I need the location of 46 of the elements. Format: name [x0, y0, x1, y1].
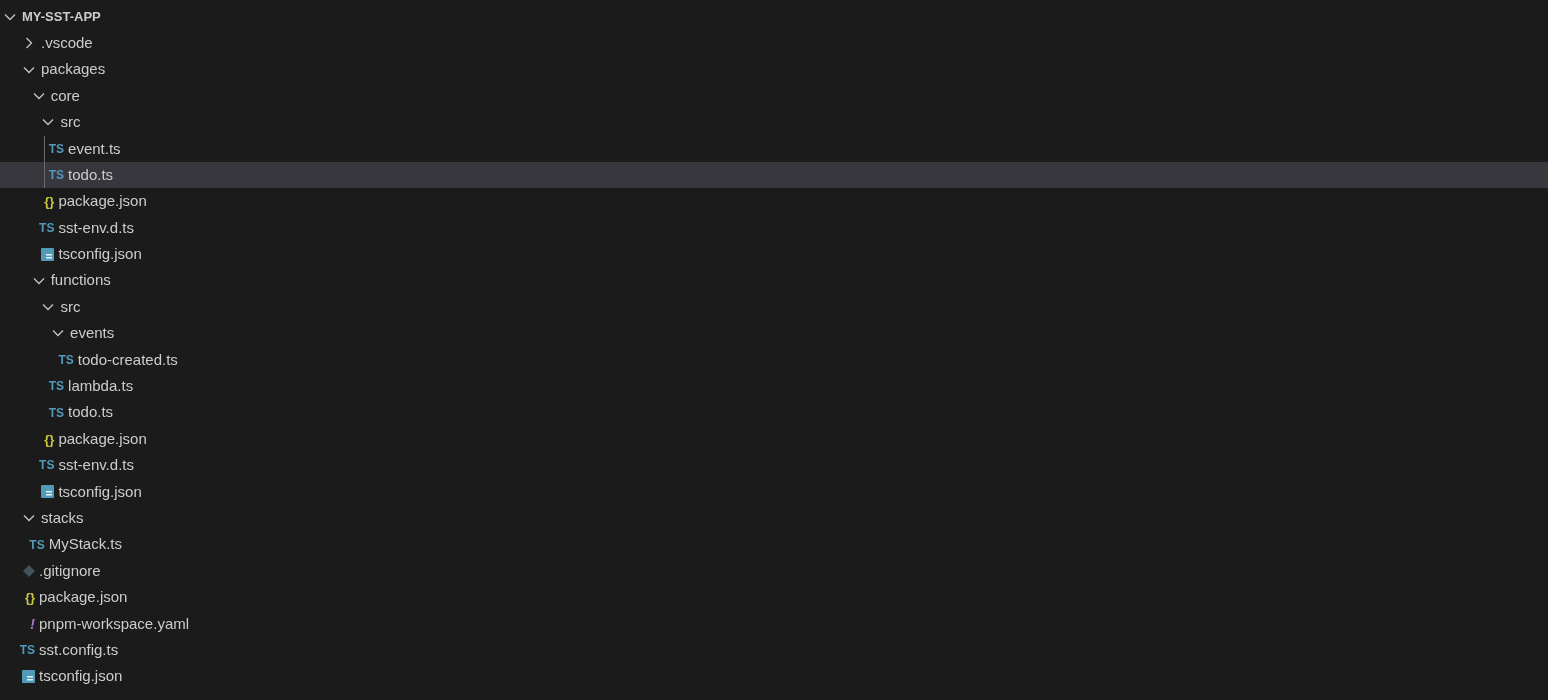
folder-name[interactable]: stacks [41, 506, 84, 530]
selected-row[interactable]: TS todo.ts [0, 161, 1548, 189]
ts-icon: TS [48, 169, 65, 182]
folder-name[interactable]: src [60, 111, 81, 134]
file-name[interactable]: tsconfig.json [58, 243, 142, 266]
file-name[interactable]: todo.ts [68, 163, 114, 187]
file-name[interactable]: sst.config.ts [39, 638, 119, 662]
file-name[interactable]: pnpm-workspace.yaml [39, 612, 190, 636]
ts-icon: TS [48, 380, 65, 393]
ts-icon: TS [48, 406, 65, 419]
ts-icon: TS [29, 538, 45, 551]
folder-name[interactable]: events [70, 322, 115, 345]
config-file-icon [22, 670, 35, 684]
file-name[interactable]: package.json [58, 427, 147, 451]
file-name[interactable]: tsconfig.json [58, 480, 142, 504]
file-name[interactable]: todo-created.ts [77, 348, 178, 372]
file-name[interactable]: lambda.ts [68, 375, 134, 398]
ts-icon: TS [39, 459, 55, 472]
braces-icon: {} [24, 590, 35, 604]
file-name[interactable]: MyStack.ts [48, 533, 123, 556]
config-file-icon [41, 247, 55, 261]
file-name[interactable]: package.json [58, 190, 147, 213]
folder-name[interactable]: functions [50, 269, 111, 292]
folder-name[interactable]: core [50, 84, 80, 108]
root-folder-title[interactable]: MY-SST-APP [22, 7, 101, 27]
file-name[interactable]: package.json [39, 586, 128, 609]
ts-icon: TS [48, 142, 65, 155]
braces-icon: {} [44, 432, 55, 446]
folder-name[interactable]: packages [41, 58, 106, 81]
file-name[interactable]: sst-env.d.ts [58, 454, 134, 477]
file-name[interactable]: event.ts [68, 137, 121, 160]
file-name[interactable]: todo.ts [68, 401, 114, 424]
file-name[interactable]: .gitignore [39, 559, 101, 583]
chevron-right-icon[interactable] [23, 37, 35, 50]
braces-icon: {} [44, 195, 55, 209]
file-name[interactable]: sst-env.d.ts [58, 216, 134, 240]
ts-icon: TS [19, 644, 35, 657]
folder-name[interactable]: .vscode [41, 31, 93, 55]
diamond-icon [23, 565, 35, 577]
ts-icon: TS [58, 353, 74, 366]
file-name[interactable]: tsconfig.json [39, 665, 123, 688]
folder-name[interactable]: src [60, 295, 81, 319]
config-file-icon [41, 485, 55, 499]
exclamation-icon: ! [30, 616, 35, 632]
ts-icon: TS [39, 221, 55, 234]
chevron-down-icon[interactable] [4, 11, 16, 23]
